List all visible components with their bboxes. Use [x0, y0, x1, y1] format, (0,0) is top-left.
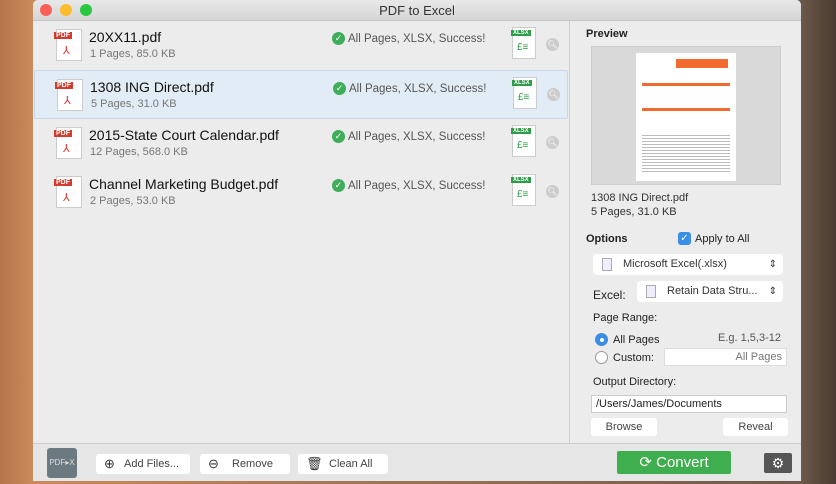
success-check-icon: ✓ [332, 179, 345, 192]
preview-file-meta: 5 Pages, 31.0 KB [591, 206, 677, 218]
title-bar: PDF to Excel [33, 0, 801, 21]
conversion-status: ✓ All Pages, XLSX, Success! [332, 179, 485, 192]
success-check-icon: ✓ [332, 130, 345, 143]
magnifier-icon[interactable]: 🔍︎ [546, 185, 559, 198]
trash-icon: 🗑 [306, 456, 323, 471]
preview-image [591, 46, 781, 185]
custom-range-input[interactable] [664, 348, 787, 366]
all-pages-radio[interactable] [595, 333, 608, 346]
file-meta: 5 Pages, 31.0 KB [91, 98, 177, 110]
file-meta: 2 Pages, 53.0 KB [90, 195, 176, 207]
file-list: PDF ⅄ 20XX11.pdf 1 Pages, 85.0 KB ✓ All Pa… [33, 21, 570, 443]
gear-icon: ⚙ [771, 455, 785, 471]
app-window: PDF to Excel PDF ⅄ 20XX11.pdf 1 Pages, 85… [33, 0, 801, 481]
page-range-label: Page Range: [593, 312, 658, 324]
magnifier-icon[interactable]: 🔍︎ [546, 38, 559, 51]
add-files-label: Add Files... [124, 458, 180, 470]
file-row[interactable]: PDF ⅄ 1308 ING Direct.pdf 5 Pages, 31.0 K… [34, 70, 568, 119]
excel-label: Excel: [593, 288, 626, 302]
add-files-button[interactable]: ⊕ Add Files... [96, 454, 190, 474]
preview-file-name: 1308 ING Direct.pdf [591, 192, 689, 204]
custom-radio[interactable] [595, 351, 608, 364]
output-directory-input[interactable]: /Users/James/Documents [591, 395, 787, 413]
excel-file-icon [602, 258, 612, 271]
file-row[interactable]: PDF ⅄ Channel Marketing Budget.pdf 2 Page… [34, 168, 568, 217]
bottom-toolbar: PDF▸X ⊕ Add Files... ⊖ Remove 🗑 Clean All ⟳… [33, 443, 801, 481]
apply-all-label: Apply to All [695, 233, 750, 245]
magnifier-icon[interactable]: 🔍︎ [547, 88, 560, 101]
settings-button[interactable]: ⚙ [764, 453, 792, 473]
apply-all-checkbox[interactable]: ✓ [678, 232, 691, 245]
xlsx-output-icon[interactable]: XLSX £≡ [511, 27, 536, 59]
pdf-file-icon: PDF ⅄ [54, 176, 82, 208]
xlsx-output-icon[interactable]: XLSX £≡ [511, 174, 536, 206]
success-check-icon: ✓ [333, 82, 346, 95]
refresh-icon: ⟳ [639, 454, 657, 471]
file-meta: 1 Pages, 85.0 KB [90, 48, 176, 60]
format-select[interactable]: Microsoft Excel(.xlsx) ⇕ [593, 254, 783, 275]
updown-arrow-icon: ⇕ [768, 259, 777, 270]
success-check-icon: ✓ [332, 32, 345, 45]
conversion-status: ✓ All Pages, XLSX, Success! [333, 82, 486, 95]
options-heading: Options [586, 233, 628, 245]
all-pages-label: All Pages [613, 334, 660, 346]
excel-mode-select[interactable]: Retain Data Stru... ⇕ [637, 281, 783, 302]
output-directory-label: Output Directory: [593, 376, 677, 388]
zoom-button[interactable] [80, 4, 92, 16]
pdf-file-icon: PDF ⅄ [54, 127, 82, 159]
file-row[interactable]: PDF ⅄ 20XX11.pdf 1 Pages, 85.0 KB ✓ All Pa… [34, 21, 568, 70]
options-panel: Preview 1308 ING Direct.pdf 5 Pages, 31.… [571, 21, 801, 443]
remove-file-icon: ⊖ [208, 456, 219, 471]
file-name: Channel Marketing Budget.pdf [89, 176, 279, 192]
window-title: PDF to Excel [379, 3, 455, 18]
conversion-status: ✓ All Pages, XLSX, Success! [332, 130, 485, 143]
pdf-file-icon: PDF ⅄ [54, 29, 82, 61]
app-logo: PDF▸X [47, 448, 77, 478]
convert-label: Convert [656, 454, 709, 471]
remove-button[interactable]: ⊖ Remove [200, 454, 290, 474]
convert-button[interactable]: ⟳ Convert [617, 451, 731, 474]
magnifier-icon[interactable]: 🔍︎ [546, 136, 559, 149]
file-name: 2015-State Court Calendar.pdf [89, 127, 279, 143]
reveal-button[interactable]: Reveal [723, 418, 788, 436]
browse-button[interactable]: Browse [591, 418, 657, 436]
file-row[interactable]: PDF ⅄ 2015-State Court Calendar.pdf 12 Pa… [34, 119, 568, 168]
xlsx-output-icon[interactable]: XLSX £≡ [511, 125, 536, 157]
remove-label: Remove [232, 458, 273, 470]
file-name: 1308 ING Direct.pdf [90, 79, 214, 95]
minimize-button[interactable] [60, 4, 72, 16]
conversion-status: ✓ All Pages, XLSX, Success! [332, 32, 485, 45]
file-meta: 12 Pages, 568.0 KB [90, 146, 188, 158]
clean-all-label: Clean All [329, 458, 373, 470]
format-value: Microsoft Excel(.xlsx) [623, 258, 727, 270]
page-range-example: E.g. 1,5,3-12 [718, 332, 781, 344]
file-name: 20XX11.pdf [89, 29, 162, 45]
custom-label: Custom: [613, 352, 654, 364]
clean-all-button[interactable]: 🗑 Clean All [298, 454, 388, 474]
excel-file-icon [646, 285, 656, 298]
add-file-icon: ⊕ [104, 456, 115, 471]
preview-document [636, 53, 736, 181]
updown-arrow-icon: ⇕ [768, 286, 777, 297]
preview-heading: Preview [586, 28, 628, 40]
close-button[interactable] [40, 4, 52, 16]
pdf-file-icon: PDF ⅄ [55, 79, 83, 111]
xlsx-output-icon[interactable]: XLSX £≡ [512, 77, 537, 109]
excel-mode-value: Retain Data Stru... [667, 285, 758, 297]
